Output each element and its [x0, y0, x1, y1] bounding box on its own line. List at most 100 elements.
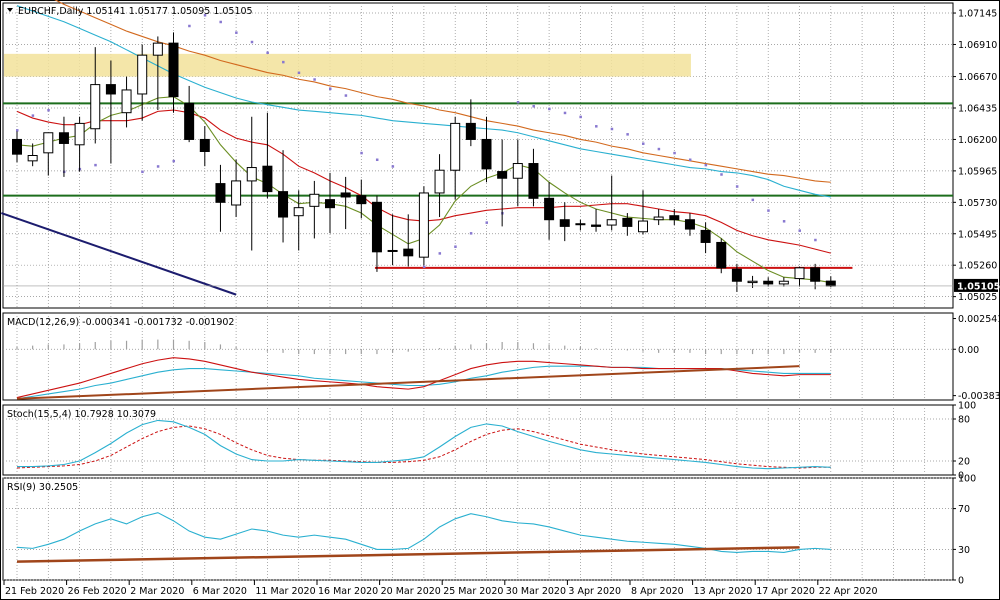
date-tick-label: 11 Mar 2020 [255, 586, 315, 597]
price-panel-title: EURCHF,Daily 1.05141 1.05177 1.05095 1.0… [18, 6, 253, 17]
macd-panel-title: MACD(12,26,9) -0.000341 -0.001732 -0.001… [7, 317, 234, 328]
candle-body [184, 102, 195, 140]
date-tick-label: 20 Mar 2020 [381, 586, 441, 597]
parabolic-sar-dot [595, 125, 598, 128]
parabolic-sar-dot [391, 165, 395, 168]
candle-body [481, 138, 492, 170]
parabolic-sar-dot [31, 114, 35, 117]
parabolic-sar-dot [47, 109, 50, 112]
parabolic-sar-dot [626, 133, 629, 136]
parabolic-sar-dot [188, 24, 191, 28]
candle-body [684, 219, 695, 230]
candle-body [74, 122, 85, 146]
candle-body [121, 89, 132, 114]
candle-body [58, 132, 69, 144]
date-tick-label: 30 Mar 2020 [506, 586, 566, 597]
candle-body [638, 220, 648, 233]
parabolic-sar-dot [767, 209, 770, 212]
parabolic-sar-dot [156, 165, 160, 168]
candle-body [403, 248, 414, 257]
candle-body [575, 223, 586, 226]
date-tick-label: 25 Mar 2020 [443, 586, 503, 597]
parabolic-sar-dot [250, 40, 254, 44]
parabolic-sar-dot [313, 78, 316, 81]
candle-body [231, 180, 242, 206]
candle-body [325, 199, 335, 209]
candle-body [465, 122, 476, 140]
candle-body [371, 201, 382, 253]
parabolic-sar-dot [469, 232, 473, 235]
date-tick-label: 8 Apr 2020 [631, 586, 684, 597]
chart-window: 1.05105 1.07145 1.06910 1.06670 1.06435 1.06… [0, 0, 1000, 600]
rsi-frame [2, 477, 954, 581]
candle-body [387, 249, 398, 252]
parabolic-sar-dot [814, 238, 817, 242]
current-price-label: 1.05105 [957, 281, 1000, 292]
candle-body [340, 192, 351, 198]
date-tick-label: 13 Apr 2020 [694, 586, 753, 597]
parabolic-sar-dot [548, 107, 551, 111]
resistance-zone [4, 53, 691, 77]
parabolic-sar-dot [94, 163, 97, 167]
parabolic-sar-dot [141, 170, 144, 174]
parabolic-sar-dot [235, 31, 238, 34]
parabolic-sar-dot [422, 265, 426, 269]
parabolic-sar-dot [516, 100, 520, 104]
parabolic-sar-dot [642, 142, 645, 145]
candle-body [356, 195, 367, 205]
price-tick-label: 1.06670 [958, 72, 997, 83]
date-tick-label: 21 Feb 2020 [5, 586, 64, 597]
date-tick-label: 22 Apr 2020 [819, 586, 878, 597]
candle-body [434, 169, 445, 194]
candle-body [622, 217, 633, 227]
candle-body [497, 171, 508, 179]
price-tick-label: 1.06910 [958, 40, 997, 51]
candle-body [43, 132, 54, 154]
stoch-panel-title: Stoch(15,5,4) 10.7928 10.3079 [7, 409, 156, 420]
price-tick-label: 1.05965 [958, 166, 997, 177]
candle-body [700, 229, 711, 243]
rsi-tick-label: 0 [958, 576, 964, 587]
parabolic-sar-dot [579, 115, 582, 119]
price-tick-label: 1.05025 [958, 292, 997, 303]
candle-body [12, 138, 22, 155]
parabolic-sar-dot [563, 111, 567, 115]
price-tick-label: 1.06435 [958, 104, 997, 115]
macd-tick-label: 0.00 [958, 345, 979, 356]
candle-body [309, 193, 320, 207]
rsi-tick-label: 70 [958, 504, 970, 515]
candle-body [591, 224, 602, 227]
price-tick-label: 1.05730 [958, 198, 997, 209]
parabolic-sar-dot [782, 220, 786, 223]
candle-body [246, 167, 257, 182]
macd-tick-label: 0.002541 [958, 314, 1000, 325]
parabolic-sar-dot [798, 229, 801, 232]
candle-body [168, 42, 179, 98]
candle-body [810, 267, 821, 282]
candle-body [512, 163, 523, 179]
candle-body [669, 215, 680, 221]
candle-body [653, 216, 664, 221]
parabolic-sar-dot [297, 71, 301, 75]
stoch-tick-label: 100 [958, 401, 976, 412]
parabolic-sar-dot [673, 151, 676, 155]
candle-body [137, 54, 148, 95]
candle-body [152, 42, 163, 56]
candle-body [778, 280, 789, 285]
stoch-tick-label: 80 [958, 415, 970, 426]
candle-body [606, 219, 617, 226]
candle-body [794, 267, 805, 280]
parabolic-sar-dot [532, 105, 535, 108]
candle-body [559, 219, 570, 227]
date-tick-label: 17 Apr 2020 [756, 586, 815, 597]
chart-canvas[interactable]: 1.05105 1.07145 1.06910 1.06670 1.06435 1.06… [0, 0, 1000, 600]
panel-frames [0, 0, 1000, 600]
parabolic-sar-dot [610, 127, 614, 131]
parabolic-sar-dot [266, 51, 269, 54]
parabolic-sar-dot [751, 198, 755, 202]
candle-body [731, 268, 742, 282]
price-tick-label: 1.07145 [958, 9, 997, 20]
candle-body [199, 138, 210, 152]
date-tick-label: 6 Mar 2020 [193, 586, 247, 597]
parabolic-sar-dot [657, 147, 661, 151]
